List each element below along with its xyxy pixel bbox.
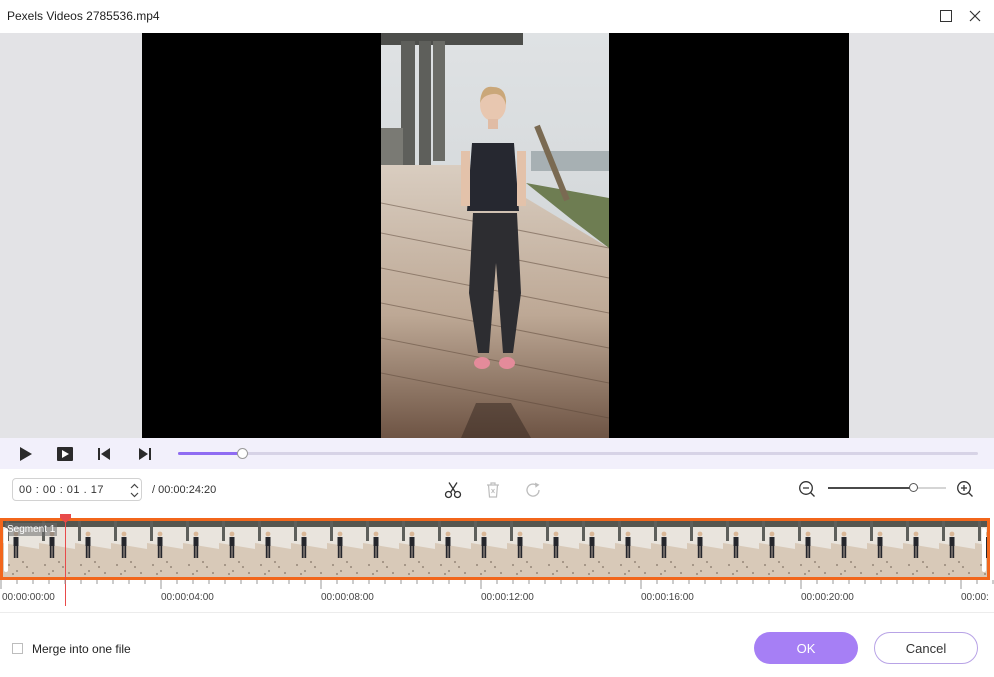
chevron-up-icon bbox=[130, 483, 138, 488]
play-button[interactable] bbox=[15, 443, 37, 465]
time-decrement-button[interactable] bbox=[129, 490, 139, 499]
thumbnail-frame bbox=[75, 521, 111, 577]
thumbnail-strip bbox=[3, 521, 987, 577]
zoom-slider[interactable] bbox=[828, 483, 946, 492]
reset-button[interactable] bbox=[522, 479, 544, 501]
playhead-handle[interactable] bbox=[60, 510, 71, 523]
thumbnail-frame bbox=[543, 521, 579, 577]
ruler-label: 00:00:08:00 bbox=[321, 592, 374, 603]
thumbnail-frame bbox=[795, 521, 831, 577]
title-bar: Pexels Videos 2785536.mp4 bbox=[0, 0, 994, 33]
timeline: Segment 1 00:00:00:00 00:00:04:00 00:00:… bbox=[0, 510, 994, 610]
ruler-label: 00:00:20:00 bbox=[801, 592, 854, 603]
segment-label: Segment 1 bbox=[5, 523, 58, 536]
thumbnail-frame bbox=[255, 521, 291, 577]
cancel-button[interactable]: Cancel bbox=[874, 632, 978, 664]
current-time-value: 00 : 00 : 01 . 17 bbox=[19, 484, 104, 496]
next-frame-button[interactable] bbox=[134, 443, 156, 465]
thumbnail-frame bbox=[723, 521, 759, 577]
progress-fill bbox=[178, 452, 242, 455]
playhead-icon bbox=[60, 514, 71, 523]
thumbnail-frame bbox=[435, 521, 471, 577]
ruler-label: 00:00:04:00 bbox=[161, 592, 214, 603]
maximize-icon bbox=[940, 10, 952, 22]
merge-label: Merge into one file bbox=[32, 642, 131, 656]
thumbnail-frame bbox=[291, 521, 327, 577]
refresh-icon bbox=[526, 482, 540, 497]
thumbnail-frame bbox=[183, 521, 219, 577]
zoom-in-button[interactable] bbox=[955, 479, 975, 499]
maximize-button[interactable] bbox=[933, 4, 959, 28]
current-time-input[interactable]: 00 : 00 : 01 . 17 bbox=[12, 478, 142, 501]
ruler-label: 00:00:16:00 bbox=[641, 592, 694, 603]
thumbnail-frame bbox=[687, 521, 723, 577]
thumbnail-frame bbox=[903, 521, 939, 577]
stop-icon bbox=[57, 447, 73, 461]
thumbnail-frame bbox=[147, 521, 183, 577]
zoom-slider-handle[interactable] bbox=[908, 483, 918, 492]
ruler-label: 00:00:12:00 bbox=[481, 592, 534, 603]
thumbnail-frame bbox=[615, 521, 651, 577]
zoom-in-icon bbox=[957, 481, 973, 497]
close-button[interactable] bbox=[962, 4, 988, 28]
split-button[interactable] bbox=[442, 479, 464, 501]
thumbnail-frame bbox=[399, 521, 435, 577]
ruler-label: 00:00:00:00 bbox=[2, 592, 55, 603]
close-icon bbox=[969, 10, 981, 22]
thumbnail-frame bbox=[471, 521, 507, 577]
thumbnail-frame bbox=[219, 521, 255, 577]
video-preview-area bbox=[0, 33, 994, 438]
footer-divider bbox=[0, 612, 994, 613]
video-frame[interactable] bbox=[381, 33, 609, 438]
progress-handle[interactable] bbox=[237, 448, 248, 459]
previous-frame-icon bbox=[98, 448, 110, 460]
thumbnail-frame bbox=[111, 521, 147, 577]
thumbnail-frame bbox=[867, 521, 903, 577]
delete-icon bbox=[487, 482, 499, 498]
ok-button[interactable]: OK bbox=[754, 632, 858, 664]
thumbnail-frame bbox=[651, 521, 687, 577]
stop-button[interactable] bbox=[54, 443, 76, 465]
thumbnail-frame bbox=[939, 521, 975, 577]
video-split-window: Pexels Videos 2785536.mp4 00: 00: 01 .… bbox=[0, 0, 994, 677]
ruler-label: 00:00: bbox=[961, 592, 989, 603]
segment-start-handle[interactable] bbox=[4, 528, 8, 572]
thumbnail-frame bbox=[759, 521, 795, 577]
zoom-slider-fill bbox=[828, 487, 913, 489]
window-title: Pexels Videos 2785536.mp4 bbox=[7, 9, 160, 23]
zoom-out-button[interactable] bbox=[797, 479, 817, 499]
segment-end-handle[interactable] bbox=[982, 528, 986, 572]
next-frame-icon bbox=[139, 448, 151, 460]
thumbnail-frame bbox=[507, 521, 543, 577]
progress-bar[interactable] bbox=[178, 448, 978, 459]
thumbnail-frame bbox=[579, 521, 615, 577]
previous-frame-button[interactable] bbox=[93, 443, 115, 465]
thumbnail-frame bbox=[327, 521, 363, 577]
scissors-icon bbox=[444, 482, 462, 499]
thumbnail-frame bbox=[363, 521, 399, 577]
merge-checkbox[interactable] bbox=[12, 643, 23, 654]
total-duration: / 00:00:24:20 bbox=[152, 484, 217, 496]
time-ruler-labels: 00:00:00:00 00:00:04:00 00:00:08:00 00:0… bbox=[0, 592, 994, 606]
thumbnail-frame bbox=[831, 521, 867, 577]
zoom-out-icon bbox=[799, 481, 815, 497]
delete-button[interactable] bbox=[482, 479, 504, 501]
chevron-down-icon bbox=[130, 492, 138, 497]
time-increment-button[interactable] bbox=[129, 481, 139, 490]
play-icon bbox=[20, 447, 32, 461]
time-ruler bbox=[0, 580, 994, 589]
segment-clip[interactable]: Segment 1 bbox=[0, 518, 990, 580]
video-frame-image bbox=[381, 33, 609, 438]
